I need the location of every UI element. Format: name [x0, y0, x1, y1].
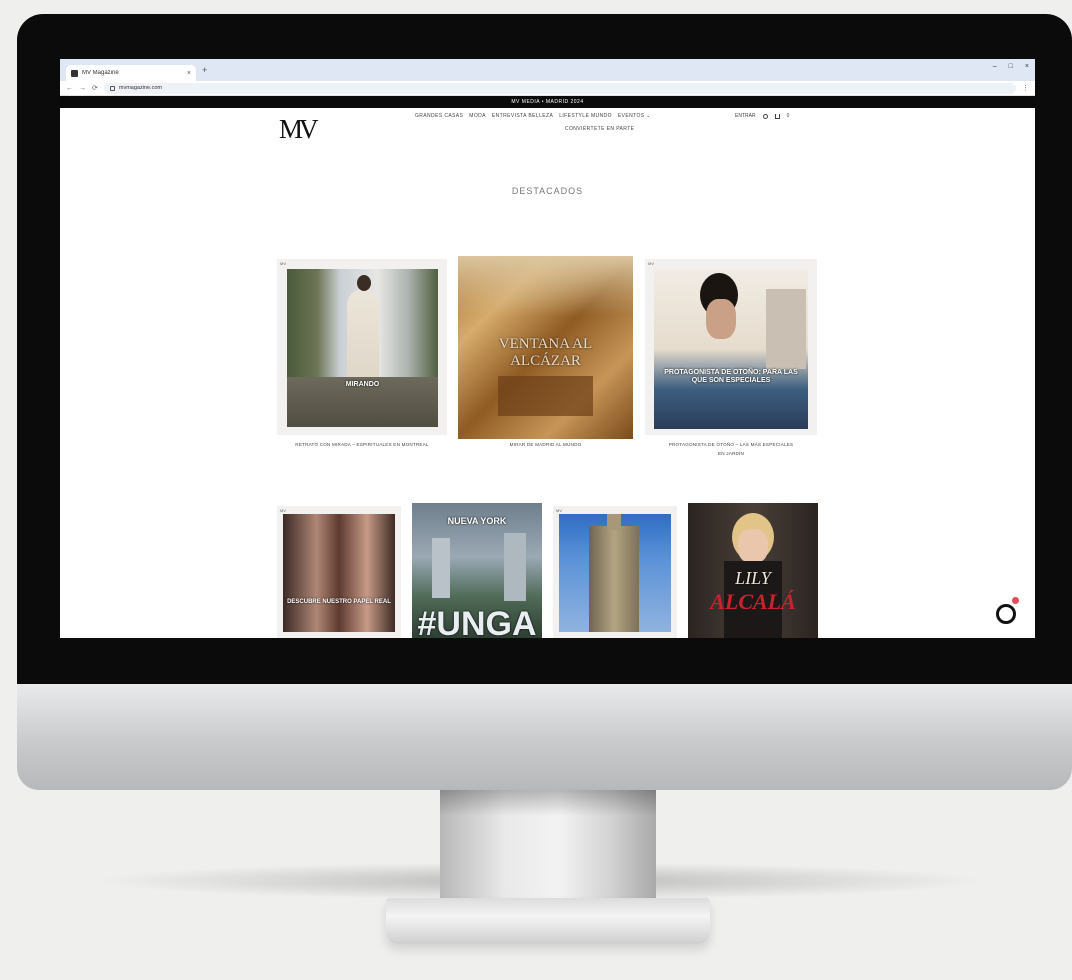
- featured-card[interactable]: LILY ALCALÁ: [688, 503, 818, 638]
- featured-card[interactable]: VENTANA AL ALCÁZAR: [458, 256, 633, 439]
- card-overlay-subtext: ALCALÁ: [710, 589, 796, 614]
- card-caption[interactable]: PROTAGONISTA DE OTOÑO – LAS MÁS ESPECIAL…: [645, 440, 817, 458]
- header-actions: ENTRAR 0: [735, 113, 789, 119]
- main-nav: GRANDES CASAS MODA ENTREVISTA BELLEZA LI…: [415, 113, 651, 132]
- card-image: NUEVA YORK #UNGA: [412, 503, 542, 638]
- nav-item-entrevista[interactable]: ENTREVISTA BELLEZA: [492, 113, 553, 119]
- section-title: DESTACADOS: [511, 186, 584, 196]
- imac-stand-shadow: [440, 790, 656, 816]
- imac-stand-foot: [386, 898, 710, 944]
- card-image: [559, 514, 671, 632]
- featured-card[interactable]: MV PROTAGONISTA DE OTOÑO: PARA LAS QUE S…: [645, 259, 817, 435]
- card-tag: MV: [648, 261, 654, 266]
- card-overlay-text: VENTANA AL ALCÁZAR: [498, 336, 593, 369]
- card-overlay-text: DESCUBRE NUESTRO PAPEL REAL: [287, 599, 391, 605]
- tab-title: MV Magazine: [82, 70, 119, 76]
- cart-icon[interactable]: [774, 113, 780, 119]
- card-caption-line1: PROTAGONISTA DE OTOÑO – LAS MÁS ESPECIAL…: [668, 442, 794, 447]
- announcement-bar: MV MEDIA • MADRID 2024: [60, 96, 1035, 108]
- browser-menu-button[interactable]: ⋮: [1022, 84, 1029, 92]
- featured-card[interactable]: MV: [553, 506, 677, 638]
- card-caption[interactable]: MIRAR DE MADRID AL MUNDO: [458, 440, 633, 449]
- card-caption-line2: EN JARDÍN: [717, 451, 745, 456]
- tab-close-icon[interactable]: ×: [187, 70, 191, 77]
- card-tag: MV: [556, 508, 562, 513]
- nav-sub-item[interactable]: CONVIÉRTETE EN PARTE: [565, 126, 634, 132]
- nav-item-moda[interactable]: MODA: [469, 113, 486, 119]
- login-link[interactable]: ENTRAR: [735, 113, 756, 119]
- maximize-button[interactable]: □: [1009, 63, 1013, 70]
- chat-widget-button[interactable]: [996, 604, 1016, 624]
- site-logo[interactable]: MV: [279, 114, 318, 145]
- search-icon[interactable]: [762, 113, 768, 119]
- site-header: MV GRANDES CASAS MODA ENTREVISTA BELLEZA…: [60, 108, 1035, 148]
- nav-item-lifestyle[interactable]: LIFESTYLE MUNDO: [559, 113, 612, 119]
- back-button[interactable]: ←: [66, 85, 73, 92]
- imac-chin: [17, 684, 1072, 790]
- card-image: LILY ALCALÁ: [688, 503, 818, 638]
- card-overlay-text: NUEVA YORK: [447, 516, 507, 526]
- cart-count: 0: [786, 113, 790, 119]
- card-overlay-text: LILY: [735, 568, 771, 588]
- featured-card[interactable]: MV DESCUBRE NUESTRO PAPEL REAL: [277, 506, 401, 638]
- lock-icon: [109, 85, 115, 91]
- card-tag: MV: [280, 508, 286, 513]
- card-image: MIRANDO: [287, 269, 438, 427]
- nav-item-eventos[interactable]: EVENTOS ⌄: [618, 113, 651, 119]
- card-caption[interactable]: RETRATO CON MIRADA – ESPIRITUALES EN MON…: [272, 440, 452, 449]
- url-field[interactable]: mvmagazine.com: [103, 82, 1016, 94]
- address-bar-row: ← → ⟳ mvmagazine.com ⋮: [60, 81, 1035, 96]
- card-tag: MV: [280, 261, 286, 266]
- card-image: PROTAGONISTA DE OTOÑO: PARA LAS QUE SON …: [654, 269, 808, 429]
- card-overlay-text: PROTAGONISTA DE OTOÑO: PARA LAS QUE SON …: [664, 369, 798, 384]
- close-window-button[interactable]: ×: [1025, 63, 1029, 70]
- url-text: mvmagazine.com: [118, 85, 162, 91]
- chat-notification-badge: [1012, 597, 1019, 604]
- window-controls: – □ ×: [993, 63, 1029, 70]
- forward-button[interactable]: →: [79, 85, 86, 92]
- featured-card[interactable]: NUEVA YORK #UNGA: [412, 503, 542, 638]
- favicon-icon: [71, 69, 78, 77]
- nav-item-grandes-casas[interactable]: GRANDES CASAS: [415, 113, 463, 119]
- card-image: VENTANA AL ALCÁZAR: [458, 256, 633, 439]
- card-image: DESCUBRE NUESTRO PAPEL REAL: [283, 514, 395, 632]
- card-overlay-hashtag: #UNGA: [417, 605, 537, 638]
- featured-card[interactable]: MV MIRANDO: [277, 259, 447, 435]
- browser-tab[interactable]: MV Magazine ×: [66, 65, 196, 81]
- reload-button[interactable]: ⟳: [92, 84, 98, 92]
- card-overlay-text: MIRANDO: [345, 381, 380, 388]
- minimize-button[interactable]: –: [993, 63, 997, 70]
- browser-tab-bar: MV Magazine × + – □ ×: [60, 59, 1035, 81]
- new-tab-button[interactable]: +: [202, 65, 207, 75]
- screen: MV Magazine × + – □ × ← → ⟳ mvmagazine.c…: [60, 59, 1035, 638]
